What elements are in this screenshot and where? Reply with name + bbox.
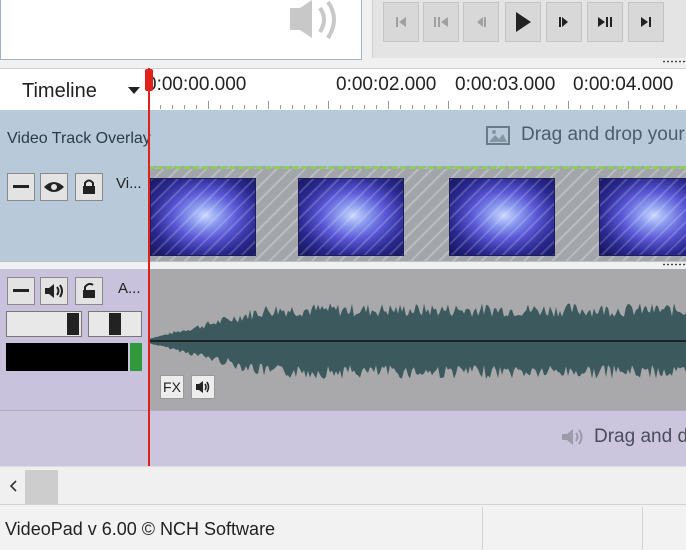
ruler-time-0: 0:00:00.000 [146, 74, 247, 95]
pan-slider-knob[interactable] [109, 313, 121, 335]
playhead-line[interactable] [148, 68, 150, 466]
collapse-video-track-button[interactable] [7, 173, 35, 201]
lock-icon [83, 179, 95, 194]
audio-pan-slider[interactable] [88, 311, 142, 337]
mute-audio-track-button[interactable] [40, 277, 68, 305]
status-divider [482, 507, 483, 549]
toggle-video-visibility-button[interactable] [40, 173, 68, 201]
timeline-scrollbar[interactable] [0, 466, 686, 504]
overlay-drop-text: Drag and drop your vi [521, 124, 686, 145]
video-overlay-track[interactable]: Video Track Overlay Drag and drop your v… [0, 110, 686, 166]
speaker-icon [45, 284, 63, 298]
audio-track-controls: A... [0, 269, 148, 410]
previous-frame-icon [477, 17, 486, 27]
lock-audio-track-button[interactable] [75, 277, 103, 305]
next-frame-icon [559, 17, 568, 27]
video-track: Vi... [0, 166, 686, 261]
ruler-ticks [148, 101, 677, 109]
audio-level-indicator [130, 343, 142, 371]
next-clip-button[interactable] [587, 2, 623, 42]
audio-drop-hint: Drag and dr [561, 426, 686, 448]
video-track-controls: Vi... [0, 166, 148, 261]
audio-volume-slider[interactable] [6, 311, 82, 337]
collapse-audio-track-button[interactable] [7, 277, 35, 305]
skip-start-icon [396, 17, 406, 27]
minus-icon [13, 289, 29, 292]
audio-drop-text: Drag and dr [594, 426, 686, 447]
status-text: VideoPad v 6.00 © NCH Software [5, 519, 276, 539]
panel-grip[interactable] [662, 60, 686, 63]
next-frame-button[interactable] [546, 2, 582, 42]
track-resize-grip[interactable] [662, 263, 686, 266]
overlay-track-label: Video Track Overlay [7, 130, 151, 147]
play-icon [516, 12, 531, 32]
preview-panel [0, 0, 362, 60]
audio-track: A... FX [0, 269, 686, 410]
eye-icon [44, 182, 64, 192]
audio-waveform[interactable] [148, 269, 686, 410]
video-track-label: Vi... [116, 175, 142, 192]
scroll-left-button[interactable] [2, 472, 24, 500]
ruler-time-1: 0:00:02.000 [336, 74, 437, 95]
video-thumbnail [150, 178, 256, 256]
video-thumbnail [449, 178, 555, 256]
track-separator[interactable] [0, 261, 686, 269]
ruler-time-2: 0:00:03.000 [455, 74, 556, 95]
audio-clip-volume-button[interactable] [191, 375, 215, 399]
timeline-view-label: Timeline [22, 79, 97, 102]
status-bar: VideoPad v 6.00 © NCH Software [0, 504, 686, 550]
video-thumbnail [298, 178, 404, 256]
image-icon [486, 126, 510, 145]
audio-level-meter [6, 343, 128, 371]
previous-clip-button[interactable] [423, 2, 459, 42]
go-to-end-button[interactable] [628, 2, 664, 42]
overlay-drop-hint: Drag and drop your vi [486, 124, 686, 146]
timeline-view-dropdown[interactable]: Timeline [8, 75, 144, 107]
videopad-window: Timeline 0:00:00.000 0:00:02.000 0:00:03… [0, 0, 686, 550]
scrollbar-thumb[interactable] [25, 470, 58, 504]
unlock-icon [83, 283, 95, 298]
go-to-start-button[interactable] [383, 2, 419, 42]
lock-video-track-button[interactable] [75, 173, 103, 201]
audio-fx-button[interactable]: FX [160, 375, 184, 399]
chevron-left-icon [9, 480, 17, 492]
previous-clip-icon [434, 17, 448, 27]
ruler-time-3: 0:00:04.000 [573, 74, 674, 95]
video-clip-strip[interactable] [148, 166, 686, 261]
timeline-ruler[interactable]: 0:00:00.000 0:00:02.000 0:00:03.000 0:00… [146, 69, 686, 111]
timeline-header: Timeline 0:00:00.000 0:00:02.000 0:00:03… [0, 68, 686, 110]
chevron-down-icon [128, 87, 140, 94]
playhead-marker[interactable] [145, 69, 153, 91]
minus-icon [13, 185, 29, 188]
audio-drop-track[interactable]: Drag and dr [0, 410, 686, 466]
audio-track-label: A... [118, 280, 141, 297]
next-clip-icon [598, 17, 612, 27]
skip-end-icon [641, 17, 651, 27]
video-thumbnail [599, 178, 686, 256]
play-button[interactable] [505, 2, 541, 42]
previous-frame-button[interactable] [463, 2, 499, 42]
volume-slider-knob[interactable] [67, 313, 79, 335]
speaker-icon [196, 381, 210, 393]
transport-controls [372, 0, 686, 58]
status-divider [642, 507, 643, 549]
speaker-icon[interactable] [286, 0, 346, 44]
speaker-icon [562, 429, 583, 445]
